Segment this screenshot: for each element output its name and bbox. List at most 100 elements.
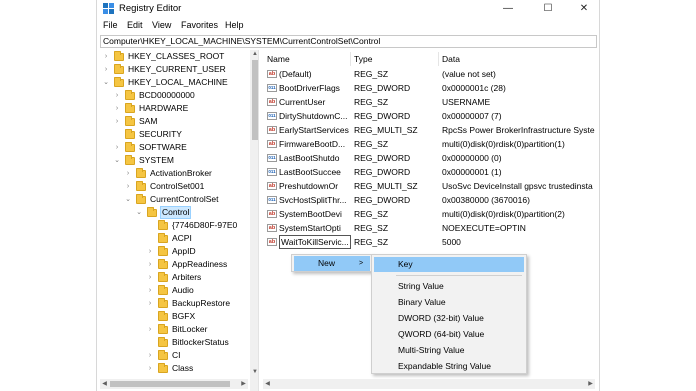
tree-node[interactable]: › HKEY_CLASSES_ROOT (100, 50, 250, 63)
submenu-item[interactable]: QWORD (64-bit) Value (374, 327, 524, 342)
column-header-type[interactable]: Type (354, 52, 372, 66)
value-row[interactable]: ab WaitToKillServic... REG_SZ 5000 (263, 235, 597, 249)
submenu-item[interactable]: Key (374, 257, 524, 272)
context-menu-new[interactable]: New > (294, 256, 370, 271)
tree-node[interactable]: › HARDWARE (100, 102, 250, 115)
scroll-right-icon[interactable]: ▶ (239, 379, 248, 389)
chevron-right-icon[interactable]: › (113, 89, 121, 102)
column-divider[interactable] (350, 52, 351, 66)
scroll-thumb[interactable] (110, 381, 230, 387)
address-bar[interactable]: Computer\HKEY_LOCAL_MACHINE\SYSTEM\Curre… (100, 35, 597, 48)
value-row[interactable]: ab (Default) REG_SZ (value not set) (263, 67, 597, 81)
tree-horizontal-scrollbar[interactable]: ◀ ▶ (100, 379, 248, 389)
tree-node[interactable]: › ControlSet001 (100, 180, 250, 193)
chevron-down-icon[interactable]: ⌄ (124, 193, 132, 206)
chevron-right-icon[interactable]: › (146, 297, 154, 310)
chevron-right-icon[interactable]: › (146, 284, 154, 297)
string-value-icon: ab (267, 224, 277, 232)
folder-icon (147, 207, 157, 217)
scroll-down-icon[interactable]: ▼ (250, 368, 258, 377)
tree-node[interactable]: ⌄ SYSTEM (100, 154, 250, 167)
column-header-data[interactable]: Data (442, 52, 460, 66)
submenu-item[interactable]: Multi-String Value (374, 343, 524, 358)
value-row[interactable]: 011 LastBootSuccee REG_DWORD 0x00000001 (1) (263, 165, 597, 179)
tree-node-label: BCD00000000 (139, 90, 195, 100)
chevron-right-icon[interactable]: › (124, 167, 132, 180)
chevron-right-icon[interactable]: › (146, 271, 154, 284)
menu-favorites[interactable]: Favorites (181, 20, 218, 30)
minimize-button[interactable]: — (493, 0, 523, 17)
list-horizontal-scrollbar[interactable]: ◀ ▶ (263, 379, 595, 389)
value-row[interactable]: 011 DirtyShutdownC... REG_DWORD 0x00000007 … (263, 109, 597, 123)
chevron-down-icon[interactable]: ⌄ (102, 76, 110, 89)
chevron-down-icon[interactable]: ⌄ (135, 206, 143, 219)
tree-node[interactable]: ⌄ Control (100, 206, 250, 219)
value-row[interactable]: ab SystemBootDevi REG_SZ multi(0)disk(0)rdi… (263, 207, 597, 221)
tree-node[interactable]: › Audio (100, 284, 250, 297)
chevron-right-icon[interactable]: › (102, 63, 110, 76)
chevron-right-icon[interactable]: › (146, 362, 154, 375)
chevron-right-icon[interactable]: › (113, 141, 121, 154)
scroll-right-icon[interactable]: ▶ (586, 379, 595, 389)
chevron-right-icon[interactable]: › (124, 180, 132, 193)
scroll-left-icon[interactable]: ◀ (100, 379, 109, 389)
tree-node[interactable]: › CI (100, 349, 250, 362)
column-divider[interactable] (438, 52, 439, 66)
menu-edit[interactable]: Edit (127, 20, 143, 30)
scroll-thumb[interactable] (252, 60, 258, 140)
tree-node[interactable]: BGFX (100, 310, 250, 323)
menu-file[interactable]: File (103, 20, 118, 30)
tree-node[interactable]: › ActivationBroker (100, 167, 250, 180)
menu-help[interactable]: Help (225, 20, 244, 30)
submenu-item[interactable]: DWORD (32-bit) Value (374, 311, 524, 326)
folder-icon (125, 155, 135, 165)
tree-node[interactable]: SECURITY (100, 128, 250, 141)
submenu-item[interactable]: Expandable String Value (374, 359, 524, 374)
tree-node[interactable]: › Class (100, 362, 250, 375)
chevron-right-icon[interactable]: › (113, 115, 121, 128)
value-row[interactable]: ab EarlyStartServices REG_MULTI_SZ RpcSs Po… (263, 123, 597, 137)
tree-node[interactable]: › Arbiters (100, 271, 250, 284)
tree-node[interactable]: ⌄ CurrentControlSet (100, 193, 250, 206)
maximize-button[interactable]: ☐ (533, 0, 563, 17)
value-row[interactable]: 011 SvcHostSplitThr... REG_DWORD 0x00380000… (263, 193, 597, 207)
value-type: REG_MULTI_SZ (354, 125, 418, 135)
submenu-item[interactable]: Binary Value (374, 295, 524, 310)
folder-icon (158, 337, 168, 347)
value-type: REG_SZ (354, 223, 389, 233)
tree-node[interactable]: › SOFTWARE (100, 141, 250, 154)
close-button[interactable]: ✕ (569, 0, 599, 17)
value-row[interactable]: ab SystemStartOpti REG_SZ NOEXECUTE=OPTIN (263, 221, 597, 235)
chevron-right-icon[interactable]: › (146, 245, 154, 258)
value-row[interactable]: 011 LastBootShutdo REG_DWORD 0x00000000 (0) (263, 151, 597, 165)
chevron-right-icon[interactable]: › (146, 258, 154, 271)
chevron-right-icon[interactable]: › (102, 50, 110, 63)
value-row[interactable]: ab FirmwareBootD... REG_SZ multi(0)disk(0)r… (263, 137, 597, 151)
tree-node[interactable]: ⌄ HKEY_LOCAL_MACHINE (100, 76, 250, 89)
tree-node-label: Arbiters (172, 272, 202, 282)
tree-node[interactable]: › BitLocker (100, 323, 250, 336)
tree-node[interactable]: › BackupRestore (100, 297, 250, 310)
tree-node[interactable]: › AppReadiness (100, 258, 250, 271)
tree-node[interactable]: BitlockerStatus (100, 336, 250, 349)
column-header-name[interactable]: Name (267, 52, 290, 66)
chevron-right-icon[interactable]: › (113, 102, 121, 115)
tree-node[interactable]: › HKEY_CURRENT_USER (100, 63, 250, 76)
tree-vertical-scrollbar[interactable]: ▲ ▼ (250, 50, 258, 391)
tree-node[interactable]: › SAM (100, 115, 250, 128)
value-row[interactable]: 011 BootDriverFlags REG_DWORD 0x0000001c (2… (263, 81, 597, 95)
value-row[interactable]: ab PreshutdownOr REG_MULTI_SZ UsoSvc Device… (263, 179, 597, 193)
chevron-down-icon[interactable]: ⌄ (113, 154, 121, 167)
chevron-right-icon[interactable]: › (146, 349, 154, 362)
menu-view[interactable]: View (152, 20, 171, 30)
value-row[interactable]: ab CurrentUser REG_SZ USERNAME (263, 95, 597, 109)
submenu-item[interactable]: String Value (374, 279, 524, 294)
folder-icon (158, 363, 168, 373)
tree-node[interactable]: ACPI (100, 232, 250, 245)
tree-node[interactable]: {7746D80F-97E0 (100, 219, 250, 232)
tree-node[interactable]: › AppID (100, 245, 250, 258)
scroll-up-icon[interactable]: ▲ (250, 50, 258, 59)
chevron-right-icon[interactable]: › (146, 323, 154, 336)
scroll-left-icon[interactable]: ◀ (263, 379, 272, 389)
tree-node[interactable]: › BCD00000000 (100, 89, 250, 102)
